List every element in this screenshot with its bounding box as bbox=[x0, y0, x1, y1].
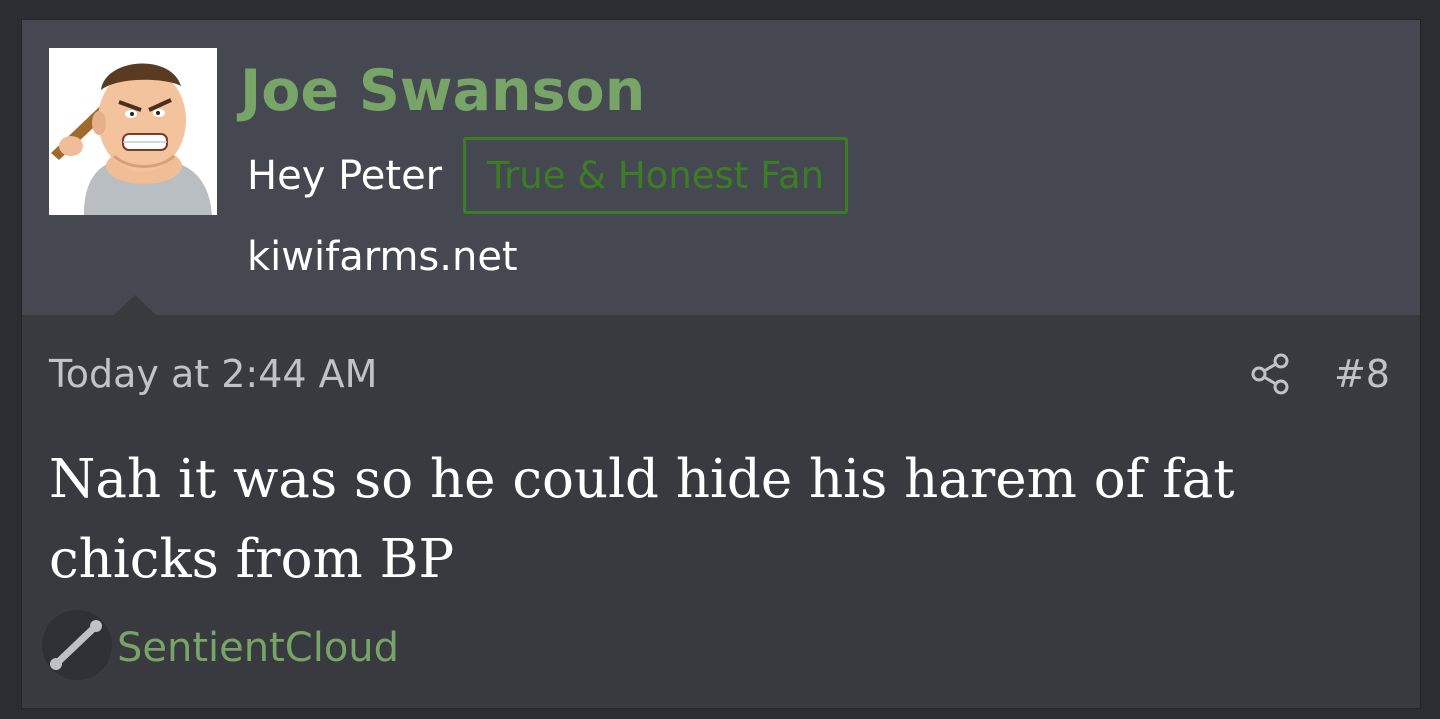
share-icon[interactable] bbox=[1249, 352, 1293, 396]
header-caret bbox=[114, 295, 156, 315]
user-avatar[interactable] bbox=[49, 48, 217, 215]
user-location: kiwifarms.net bbox=[247, 234, 518, 280]
post-user-header: Joe Swanson Hey Peter True & Honest Fan … bbox=[22, 20, 1420, 315]
user-banner: True & Honest Fan bbox=[463, 137, 848, 214]
avatar-image bbox=[49, 48, 217, 215]
forum-post: Joe Swanson Hey Peter True & Honest Fan … bbox=[22, 20, 1420, 708]
user-title: Hey Peter bbox=[247, 153, 443, 199]
post-body: Nah it was so he could hide his harem of… bbox=[49, 449, 1235, 590]
post-number-link[interactable]: #8 bbox=[1334, 348, 1390, 400]
default-avatar-icon[interactable] bbox=[42, 610, 112, 680]
reaction-username[interactable]: SentientCloud bbox=[117, 622, 399, 674]
username[interactable]: Joe Swanson bbox=[240, 56, 645, 126]
post-date[interactable]: Today at 2:44 AM bbox=[49, 348, 377, 400]
